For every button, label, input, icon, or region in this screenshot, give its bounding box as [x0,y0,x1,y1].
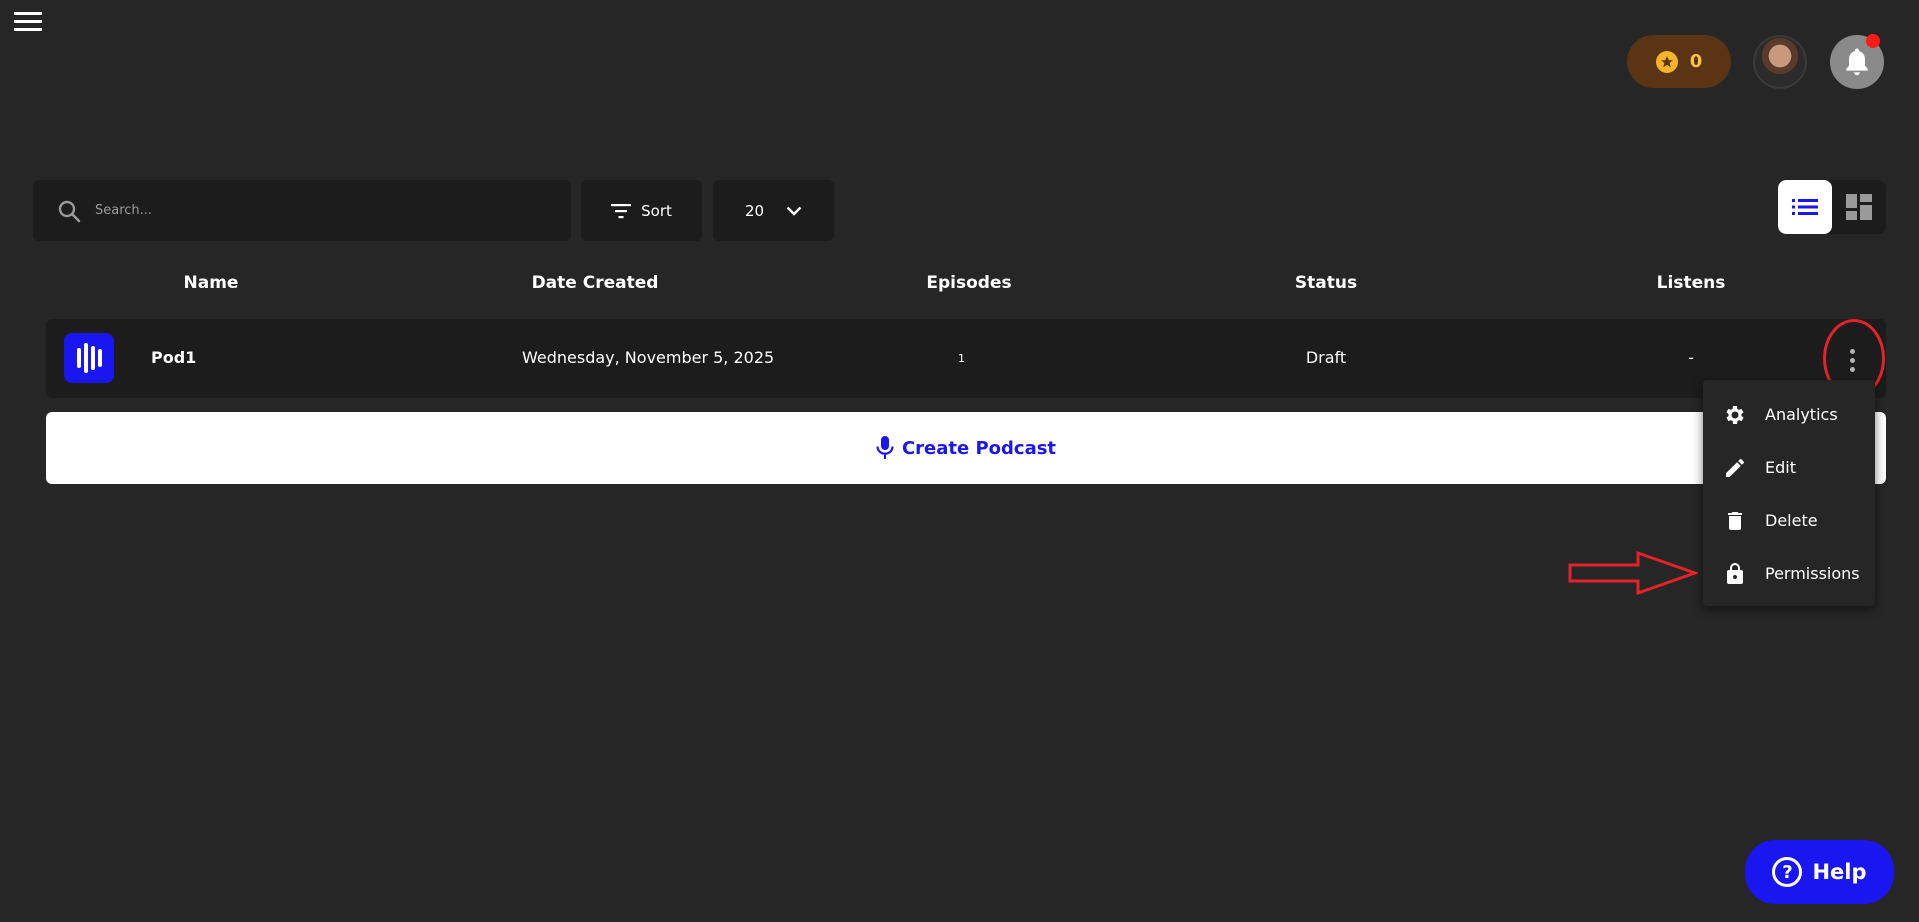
column-header-listens[interactable]: Listens [1657,273,1726,293]
trash-icon [1728,511,1742,530]
annotation-arrow [1568,550,1698,596]
menu-item-permissions[interactable]: Permissions [1703,547,1875,600]
list-view-button[interactable] [1778,180,1832,234]
create-podcast-label: Create Podcast [901,437,1057,459]
menu-item-label: Delete [1765,511,1818,530]
menu-item-label: Analytics [1765,405,1838,424]
menu-item-delete[interactable]: Delete [1703,494,1875,547]
view-toggle [1778,180,1886,234]
search-bar[interactable] [33,180,571,241]
menu-item-edit[interactable]: Edit [1703,441,1875,494]
row-options-menu: Analytics Edit Delete Permissions [1703,380,1875,606]
sort-label: Sort [641,201,672,220]
menu-item-analytics[interactable]: Analytics [1703,388,1875,441]
hamburger-menu-icon[interactable] [14,12,42,34]
table-row[interactable] [46,319,1886,398]
page-size-value: 20 [744,201,765,220]
create-podcast-button[interactable]: Create Podcast [46,412,1886,484]
help-button[interactable]: ? Help [1745,840,1894,904]
points-value: 0 [1689,51,1703,72]
filter-icon [611,203,632,218]
column-header-episodes[interactable]: Episodes [926,273,1011,293]
column-header-name[interactable]: Name [184,273,239,293]
search-input[interactable] [95,203,535,218]
search-icon [58,200,81,222]
list-icon [1792,199,1818,215]
row-date-created: Wednesday, November 5, 2025 [522,348,775,367]
microphone-icon [876,436,894,459]
gear-icon [1726,405,1744,424]
page-size-select[interactable]: 20 [713,180,834,241]
chevron-down-icon [786,206,802,216]
points-badge[interactable]: 0 [1627,35,1731,88]
column-header-date-created[interactable]: Date Created [532,273,659,293]
menu-item-label: Permissions [1765,564,1860,583]
row-more-options-icon[interactable] [1834,340,1870,380]
lock-icon [1727,562,1743,584]
question-circle-icon: ? [1772,857,1803,887]
menu-item-label: Edit [1765,458,1796,477]
podcast-cover-icon [64,333,114,383]
column-header-status[interactable]: Status [1295,273,1357,293]
star-coin-icon [1655,50,1678,73]
row-status: Draft [1305,348,1347,367]
row-listens: - [1688,348,1694,367]
dashboard-grid-icon [1846,194,1872,220]
sort-button[interactable]: Sort [581,180,702,241]
grid-view-button[interactable] [1832,180,1886,234]
avatar[interactable] [1753,35,1807,89]
bell-icon [1846,48,1868,76]
notification-dot [1866,34,1880,48]
row-episodes: 1 [958,352,965,365]
help-label: Help [1812,860,1867,884]
row-name[interactable]: Pod1 [151,348,196,367]
pencil-icon [1726,458,1744,477]
